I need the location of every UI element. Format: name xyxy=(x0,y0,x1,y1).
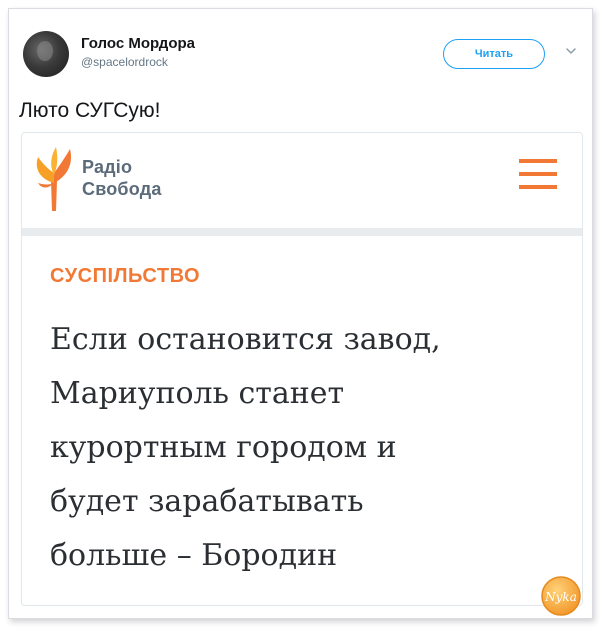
hamburger-menu-icon[interactable] xyxy=(519,157,557,191)
headline-line: больше – Бородин xyxy=(50,538,338,573)
author-handle[interactable]: @spacelordrock xyxy=(81,55,168,69)
tweet-header: Голос Мордора @spacelordrock Читать xyxy=(9,9,592,89)
link-card[interactable]: Радіо Свобода СУСПІЛЬСТВО Если остановит… xyxy=(21,132,583,606)
follow-button[interactable]: Читать xyxy=(443,39,545,69)
radio-svoboda-flame-icon xyxy=(36,147,72,211)
watermark-logo-icon: Nyka xyxy=(541,576,581,616)
divider xyxy=(22,228,582,236)
logo-text-line2: Свобода xyxy=(82,179,162,199)
tweet-text: Люто СУГСую! xyxy=(19,99,161,122)
watermark-text: Nyka xyxy=(544,590,577,604)
headline-line: курортным городом и xyxy=(50,430,397,465)
avatar[interactable] xyxy=(23,31,69,77)
headline-line: Мариуполь станет xyxy=(50,376,345,411)
tweet: Голос Мордора @spacelordrock Читать Люто… xyxy=(8,8,593,619)
article-headline[interactable]: Если остановится завод, Мариуполь станет… xyxy=(50,313,570,583)
chevron-down-icon[interactable] xyxy=(565,45,577,57)
card-header: Радіо Свобода xyxy=(22,133,582,223)
logo-text-line1: Радіо xyxy=(82,157,133,177)
headline-line: будет зарабатывать xyxy=(50,484,364,519)
article-category[interactable]: СУСПІЛЬСТВО xyxy=(50,265,200,288)
headline-line: Если остановится завод, xyxy=(50,322,441,357)
author-display-name[interactable]: Голос Мордора xyxy=(81,35,195,52)
